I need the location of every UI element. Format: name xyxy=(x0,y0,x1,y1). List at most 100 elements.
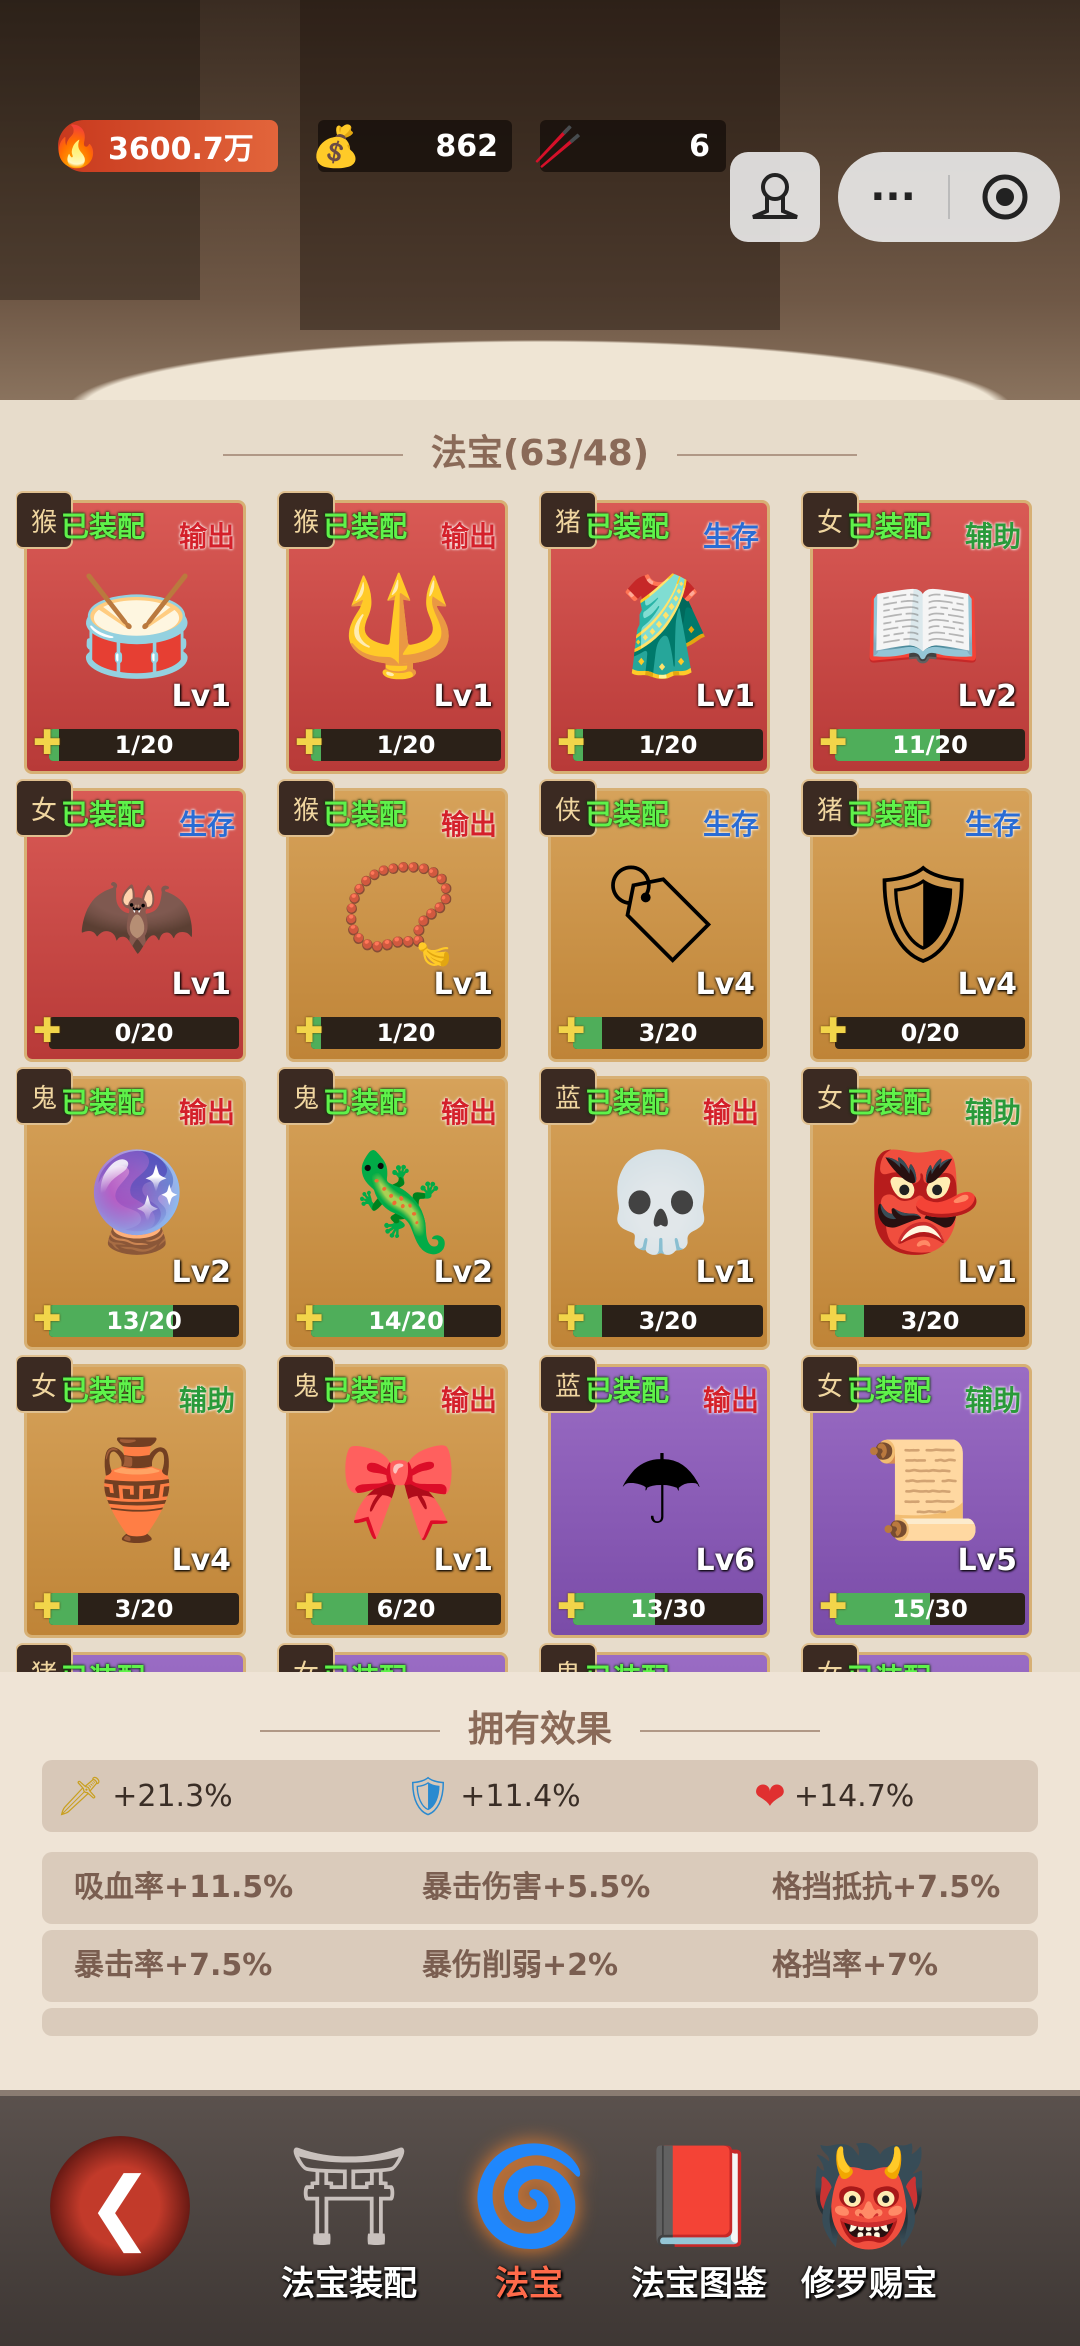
treasure-card[interactable]: 鬼已装配 输出 🔮 Lv2 13/20 ✚ xyxy=(16,1067,246,1350)
umbrella-icon: ☂ xyxy=(617,1434,705,1546)
gold-ingot-plus-icon[interactable]: 💰 xyxy=(304,114,368,178)
puzzle-piece-icon: ✚ xyxy=(819,1587,848,1627)
fragment-progress-bar: 3/20 xyxy=(49,1593,239,1625)
incense-sticks-icon: 🥢 xyxy=(533,123,583,170)
treasure-card[interactable]: 女已装配 辅助 👺 Lv1 3/20 ✚ xyxy=(801,1067,1032,1350)
role-tag: 辅助 xyxy=(964,520,1021,553)
dragon-shield-icon: 🛡 xyxy=(862,857,984,970)
level-label: Lv5 xyxy=(957,1543,1017,1578)
power-value: 3600.7万 xyxy=(108,132,254,167)
treasure-card[interactable]: 女已装配 辅助 📜 Lv5 15/30 ✚ xyxy=(801,1355,1032,1638)
scroll-book-icon: 📖 xyxy=(863,569,983,682)
level-label: Lv1 xyxy=(695,1255,755,1290)
close-target-button[interactable] xyxy=(950,172,1060,222)
sword-icon: 🗡 xyxy=(56,1773,105,1818)
level-label: Lv1 xyxy=(433,967,493,1002)
progress-text: 3/20 xyxy=(638,1019,698,1047)
progress-text: 1/20 xyxy=(376,1019,436,1047)
equipped-badge: 已装配 xyxy=(323,1086,408,1119)
treasure-card[interactable]: 女已装配 辅助 🏺 Lv4 3/20 ✚ xyxy=(16,1355,246,1638)
equipped-badge: 已装配 xyxy=(585,798,670,831)
treasure-card[interactable]: 女已装配 xyxy=(277,1643,508,1672)
treasure-grid: 猴已装配 输出 🥁 Lv1 1/20 ✚ 猴已装配 输出 🔱 Lv1 1/20 ✚ 猪已装配 生存 🥻 Lv1… xyxy=(16,480,1066,1672)
treasure-card[interactable]: 蓝已装配 输出 💀 Lv1 3/20 ✚ xyxy=(539,1067,770,1350)
puzzle-piece-icon: ✚ xyxy=(557,1299,586,1339)
equipped-badge: 已装配 xyxy=(323,1657,407,1672)
level-label: Lv1 xyxy=(433,1543,493,1578)
level-label: Lv4 xyxy=(171,1543,231,1578)
equipped-badge: 已装配 xyxy=(847,1086,932,1119)
nav-tab[interactable]: 👹 修罗赐宝 xyxy=(784,2136,954,2305)
treasure-card[interactable]: 鬼已装配 输出 🦎 Lv2 14/20 ✚ xyxy=(277,1067,508,1350)
treasure-card[interactable]: 猪已装配 xyxy=(16,1643,246,1672)
treasure-title-count: (63/48) xyxy=(502,433,650,474)
puzzle-piece-icon: ✚ xyxy=(295,1587,324,1627)
treasure-card[interactable]: 猴已装配 输出 📿 Lv1 1/20 ✚ xyxy=(277,779,508,1062)
fragment-progress-bar: 0/20 xyxy=(835,1017,1025,1049)
level-label: Lv2 xyxy=(957,679,1017,714)
nav-tab[interactable]: 🌀 法宝 xyxy=(444,2136,614,2305)
level-label: Lv4 xyxy=(695,967,755,1002)
treasure-card[interactable]: 猴已装配 输出 🔱 Lv1 1/20 ✚ xyxy=(277,491,508,774)
treasure-card[interactable]: 鬼已装配 输出 🎀 Lv1 6/20 ✚ xyxy=(277,1355,508,1638)
nav-tab-label: 修罗赐宝 xyxy=(801,2264,937,2304)
jade-token-icon: 🏷 xyxy=(600,857,722,970)
treasure-card[interactable]: 猴已装配 输出 🥁 Lv1 1/20 ✚ xyxy=(16,491,246,774)
progress-text: 6/20 xyxy=(376,1595,436,1623)
role-tag: 输出 xyxy=(178,1096,235,1129)
effect-lifesteal: 吸血率+11.5% xyxy=(74,1870,294,1905)
profile-button[interactable] xyxy=(730,152,820,242)
treasure-card[interactable]: 女已装配 生存 🦇 Lv1 0/20 ✚ xyxy=(16,779,246,1062)
progress-text: 3/20 xyxy=(114,1595,174,1623)
equipped-badge: 已装配 xyxy=(585,510,670,543)
puzzle-piece-icon: ✚ xyxy=(819,1299,848,1339)
role-tag: 输出 xyxy=(440,1384,497,1417)
heart-icon: ❤ xyxy=(754,1774,786,1818)
flame-icon: 🔥 xyxy=(51,123,101,170)
equipped-badge: 已装配 xyxy=(61,510,146,543)
role-tag: 输出 xyxy=(702,1384,759,1417)
incense-value: 6 xyxy=(689,128,710,164)
puzzle-piece-icon: ✚ xyxy=(33,1587,62,1627)
puzzle-piece-icon: ✚ xyxy=(295,1299,324,1339)
pavilion-icon: ⛩ xyxy=(288,2140,410,2252)
water-orb-icon: 🔮 xyxy=(77,1145,197,1258)
puzzle-piece-icon: ✚ xyxy=(557,723,586,763)
fragment-progress-bar: 13/30 xyxy=(573,1593,763,1625)
nav-tab-label: 法宝装配 xyxy=(281,2264,417,2304)
main-stats-row: 🗡 +21.3% 🛡 +11.4% ❤ +14.7% xyxy=(42,1760,1038,1832)
role-tag: 输出 xyxy=(702,1096,759,1129)
gold-display[interactable]: 💰 862 xyxy=(311,120,512,172)
treasure-card[interactable]: 女已装配 辅助 📖 Lv2 11/20 ✚ xyxy=(801,491,1032,774)
fire-lizard-icon: 🦎 xyxy=(339,1145,459,1258)
equipped-badge: 已装配 xyxy=(61,1086,146,1119)
treasure-title-label: 法宝 xyxy=(430,433,503,474)
level-label: Lv2 xyxy=(171,1255,231,1290)
effect-block-resist: 格挡抵抗+7.5% xyxy=(772,1870,1001,1905)
progress-text: 13/20 xyxy=(106,1307,182,1335)
nav-tab-label: 法宝图鉴 xyxy=(631,2264,767,2304)
level-label: Lv6 xyxy=(695,1543,755,1578)
nav-tab[interactable]: ⛩ 法宝装配 xyxy=(264,2136,434,2305)
equipped-badge: 已装配 xyxy=(847,1374,932,1407)
more-menu-button[interactable]: ··· xyxy=(838,174,948,220)
treasure-card[interactable]: 猪已装配 生存 🥻 Lv1 1/20 ✚ xyxy=(539,491,770,774)
attack-stat: 🗡 +21.3% xyxy=(56,1760,233,1832)
treasure-card[interactable]: 女已装配 xyxy=(801,1643,1032,1672)
treasure-card[interactable]: 侠已装配 生存 🏷 Lv4 3/20 ✚ xyxy=(539,779,770,1062)
gourd-bottle-icon: 🏺 xyxy=(77,1433,197,1546)
treasure-card[interactable]: 鬼已装配 xyxy=(539,1643,770,1672)
nav-tab[interactable]: 📕 法宝图鉴 xyxy=(614,2136,784,2305)
ox-skull-icon: 💀 xyxy=(601,1145,721,1258)
equipped-badge: 已装配 xyxy=(61,798,146,831)
back-arrow-icon: ❮ xyxy=(86,2159,154,2253)
effects-title: 拥有效果 xyxy=(0,1700,1080,1752)
fragment-progress-bar: 15/30 xyxy=(835,1593,1025,1625)
treasure-card[interactable]: 蓝已装配 输出 ☂ Lv6 13/30 ✚ xyxy=(539,1355,770,1638)
equipped-badge: 已装配 xyxy=(61,1374,146,1407)
treasure-section-title: 法宝(63/48) xyxy=(0,424,1080,476)
progress-text: 11/20 xyxy=(892,731,968,759)
fragment-progress-bar: 0/20 xyxy=(49,1017,239,1049)
treasure-card[interactable]: 猪已装配 生存 🛡 Lv4 0/20 ✚ xyxy=(801,779,1032,1062)
back-button[interactable]: ❮ xyxy=(50,2136,190,2276)
